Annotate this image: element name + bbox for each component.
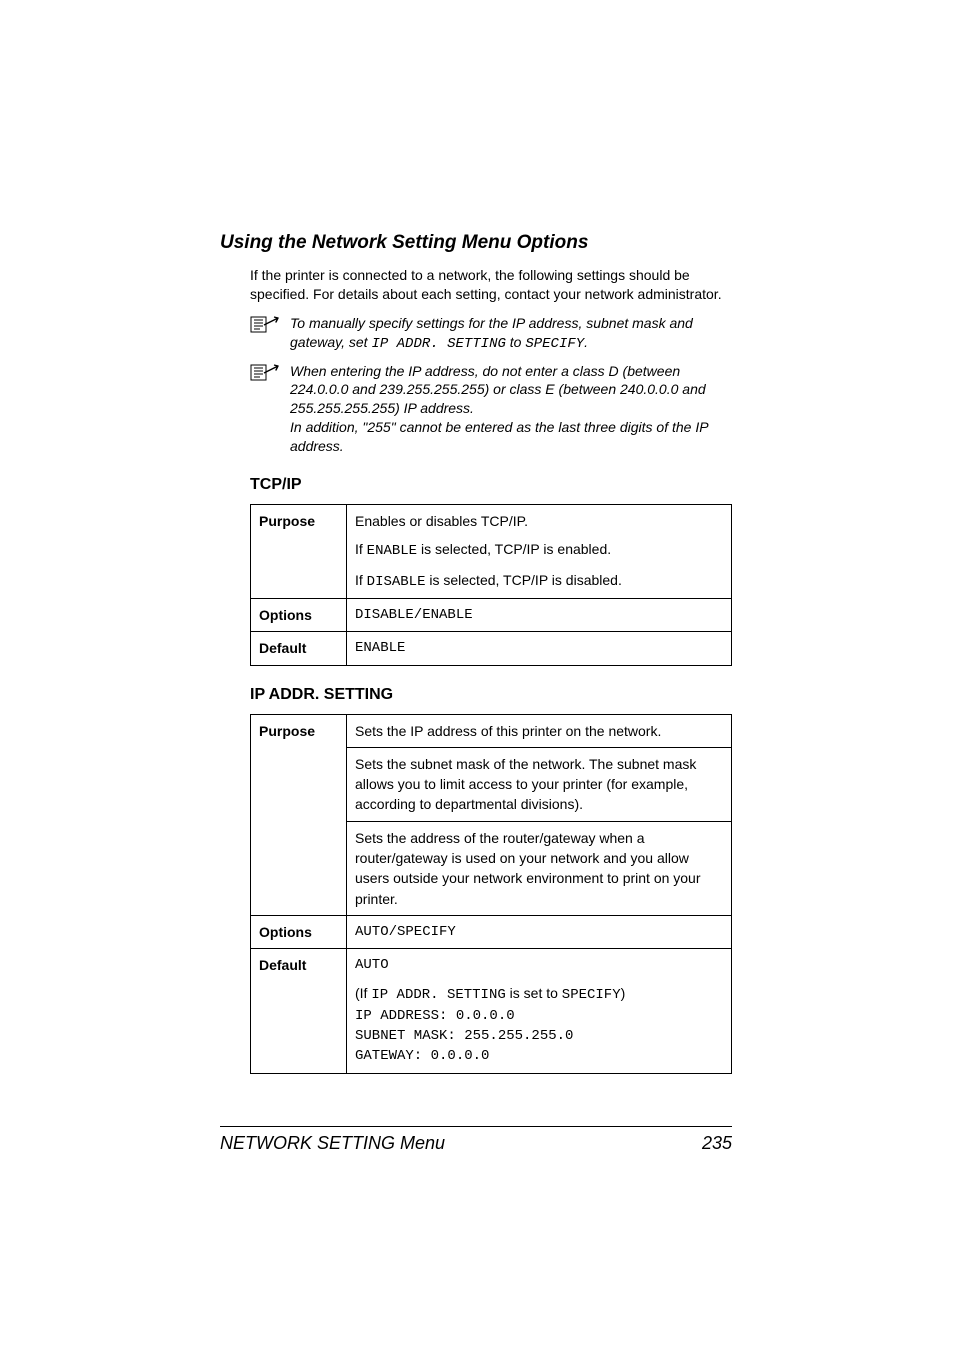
note-2: When entering the IP address, do not ent… bbox=[250, 362, 732, 456]
cell-label-default: Default bbox=[251, 632, 347, 665]
cell-purpose-3: Sets the address of the router/gateway w… bbox=[347, 821, 732, 915]
subheading-tcpip: TCP/IP bbox=[250, 476, 732, 494]
cell-purpose-1: Sets the IP address of this printer on t… bbox=[347, 714, 732, 747]
table-tcpip: Purpose Enables or disables TCP/IP. If E… bbox=[250, 504, 732, 665]
cell-options: DISABLE/ENABLE bbox=[347, 598, 732, 631]
note-icon bbox=[250, 314, 290, 333]
page-footer: NETWORK SETTING Menu 235 bbox=[220, 1126, 732, 1154]
intro-text: If the printer is connected to a network… bbox=[250, 266, 732, 304]
cell-label-options: Options bbox=[251, 915, 347, 948]
note-2-text: When entering the IP address, do not ent… bbox=[290, 362, 732, 456]
cell-default: ENABLE bbox=[347, 632, 732, 665]
table-ipaddr: Purpose Sets the IP address of this prin… bbox=[250, 714, 732, 1074]
note-1-text: To manually specify settings for the IP … bbox=[290, 314, 732, 354]
cell-purpose-2: Sets the subnet mask of the network. The… bbox=[347, 747, 732, 821]
cell-label-purpose: Purpose bbox=[251, 714, 347, 915]
section-title: Using the Network Setting Menu Options bbox=[220, 232, 732, 254]
cell-label-options: Options bbox=[251, 598, 347, 631]
note-icon bbox=[250, 362, 290, 381]
subheading-ipaddr: IP ADDR. SETTING bbox=[250, 686, 732, 704]
cell-label-default: Default bbox=[251, 949, 347, 1073]
footer-left: NETWORK SETTING Menu bbox=[220, 1133, 445, 1154]
cell-options: AUTO/SPECIFY bbox=[347, 915, 732, 948]
intro-block: If the printer is connected to a network… bbox=[250, 266, 732, 456]
cell-default: AUTO (If IP ADDR. SETTING is set to SPEC… bbox=[347, 949, 732, 1073]
note-1: To manually specify settings for the IP … bbox=[250, 314, 732, 354]
cell-label-purpose: Purpose bbox=[251, 505, 347, 599]
page-content: Using the Network Setting Menu Options I… bbox=[220, 232, 732, 1074]
page-number: 235 bbox=[702, 1133, 732, 1154]
footer-rule bbox=[220, 1126, 732, 1127]
cell-purpose: Enables or disables TCP/IP. If ENABLE is… bbox=[347, 505, 732, 599]
